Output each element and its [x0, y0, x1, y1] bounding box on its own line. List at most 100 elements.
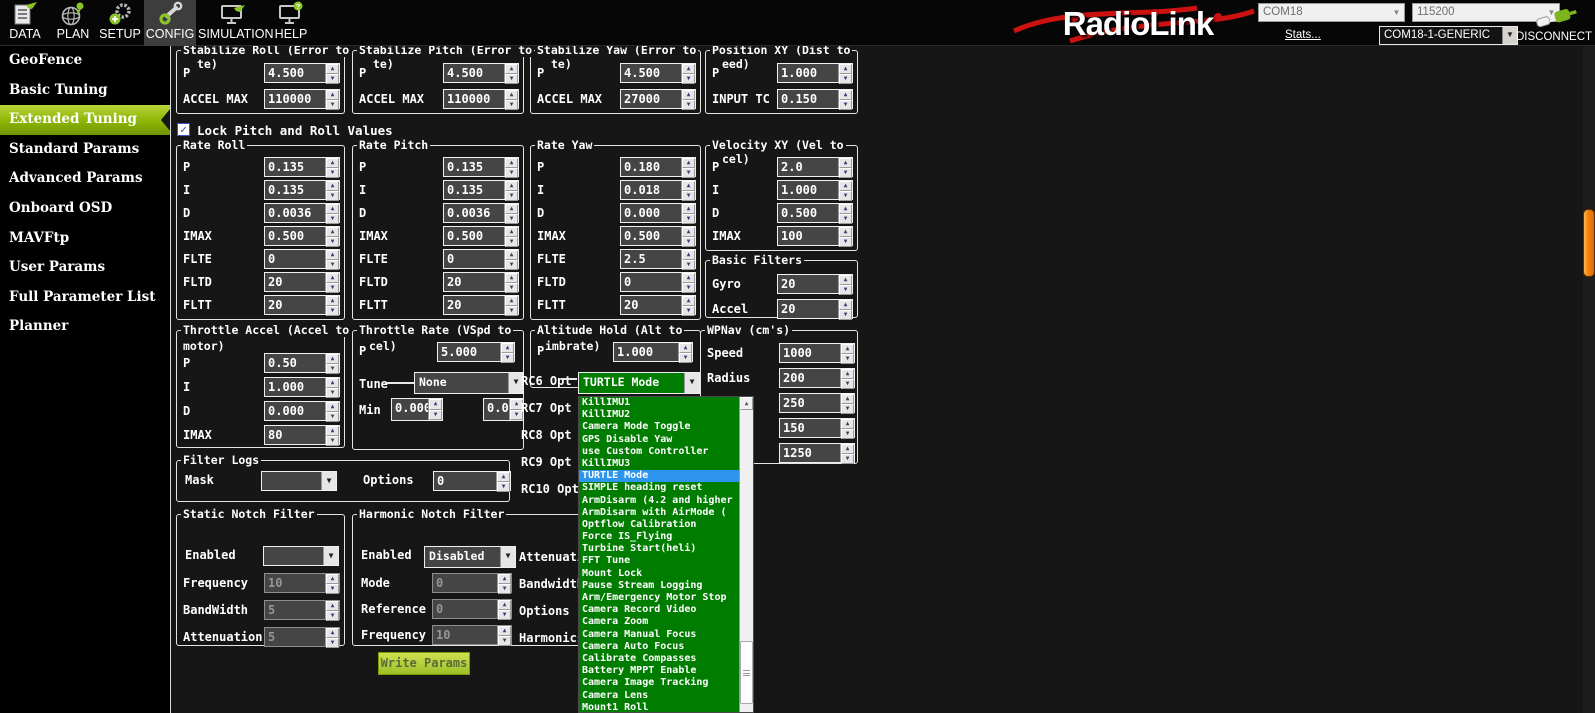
- frequency-input[interactable]: 10: [433, 626, 497, 644]
- sidebar-item-planner[interactable]: Planner: [0, 312, 170, 342]
- sidebar-item-full-parameter-list[interactable]: Full Parameter List: [0, 283, 170, 313]
- sidebar-item-standard-params[interactable]: Standard Params: [0, 135, 170, 165]
- frequency-spinner[interactable]: 10▲▼: [264, 573, 340, 593]
- spinner-down-icon[interactable]: ▼: [326, 74, 339, 84]
- bandwidth-spinner[interactable]: 5▲▼: [264, 600, 340, 620]
- spinner-down-icon[interactable]: ▼: [839, 74, 852, 84]
- accel-max-input[interactable]: 27000: [621, 90, 681, 108]
- spinner-up-icon[interactable]: ▲: [682, 158, 695, 168]
- spinner-up-icon[interactable]: ▲: [839, 300, 852, 310]
- flte-input[interactable]: 0: [444, 250, 504, 268]
- p-input[interactable]: 4.500: [265, 64, 325, 82]
- dropdown-option[interactable]: GPS Disable Yaw: [579, 434, 739, 446]
- i-input[interactable]: 1.000: [778, 181, 838, 199]
- com-port-select[interactable]: COM18 ▼: [1258, 3, 1405, 22]
- spinner-down-icon[interactable]: ▼: [326, 364, 339, 374]
- p-spinner[interactable]: 2.0▲▼: [777, 157, 853, 177]
- input-tc-spinner[interactable]: 0.150▲▼: [777, 89, 853, 109]
- dropdown-option[interactable]: KillIMU1: [579, 397, 739, 409]
- gyro-input[interactable]: 20: [778, 275, 838, 293]
- d-input[interactable]: 0.0036: [265, 204, 325, 222]
- spinner-up-icon[interactable]: ▲: [841, 444, 854, 454]
- spinner-up-icon[interactable]: ▲: [326, 273, 339, 283]
- fltd-spinner[interactable]: 20▲▼: [264, 272, 340, 292]
- imax-spinner[interactable]: 0.500▲▼: [264, 226, 340, 246]
- scroll-up-icon[interactable]: ▲: [740, 397, 753, 410]
- p-spinner[interactable]: 4.500▲▼: [264, 63, 340, 83]
- spinner-up-icon[interactable]: ▲: [498, 626, 511, 636]
- chevron-down-icon[interactable]: ▼: [321, 472, 336, 490]
- sidebar-item-advanced-params[interactable]: Advanced Params: [0, 164, 170, 194]
- sidebar-item-user-params[interactable]: User Params: [0, 253, 170, 283]
- spinner-down-icon[interactable]: ▼: [841, 379, 854, 389]
- main-scrollbar-track[interactable]: [1583, 46, 1595, 713]
- spinner-down-icon[interactable]: ▼: [326, 283, 339, 293]
- attenuation-input[interactable]: 5: [265, 628, 325, 646]
- spinner-down-icon[interactable]: ▼: [326, 611, 339, 621]
- throttle-max-spinner[interactable]: 0.000 ▲▼: [483, 398, 524, 421]
- spinner-up-icon[interactable]: ▲: [682, 64, 695, 74]
- d-input[interactable]: 0.500: [778, 204, 838, 222]
- toolbar-simulation-button[interactable]: SIMULATION: [198, 0, 268, 46]
- spinner-down-icon[interactable]: ▼: [498, 584, 511, 594]
- dropdown-option[interactable]: ArmDisarm (4.2 and higher: [579, 495, 739, 507]
- spinner-down-icon[interactable]: ▼: [682, 283, 695, 293]
- fltd-input[interactable]: 20: [265, 273, 325, 291]
- accel-input[interactable]: 20: [778, 300, 838, 318]
- spinner-down-icon[interactable]: ▼: [505, 283, 518, 293]
- spinner-up-icon[interactable]: ▲: [682, 227, 695, 237]
- p-spinner[interactable]: 4.500▲▼: [443, 63, 519, 83]
- tune-select[interactable]: None ▼: [414, 372, 524, 394]
- spinner-down-icon[interactable]: ▼: [326, 260, 339, 270]
- spinner-down-icon[interactable]: ▼: [326, 100, 339, 110]
- spinner-down-icon[interactable]: ▼: [839, 310, 852, 320]
- d-input[interactable]: 0.0036: [444, 204, 504, 222]
- field-3-input[interactable]: 150: [780, 419, 840, 437]
- dropdown-option[interactable]: Camera Zoom: [579, 616, 739, 628]
- attenuation-spinner[interactable]: 5▲▼: [264, 627, 340, 647]
- i-input[interactable]: 0.135: [444, 181, 504, 199]
- dropdown-option[interactable]: Calibrate Compasses: [579, 653, 739, 665]
- device-select[interactable]: COM18-1-GENERIC ▼: [1379, 26, 1518, 45]
- dropdown-option[interactable]: ArmDisarm with AirMode (: [579, 507, 739, 519]
- imax-input[interactable]: 0.500: [265, 227, 325, 245]
- i-spinner[interactable]: 0.135▲▼: [264, 180, 340, 200]
- spinner-down-icon[interactable]: ▼: [505, 168, 518, 178]
- p-spinner[interactable]: 0.180▲▼: [620, 157, 696, 177]
- accel-max-spinner[interactable]: 27000▲▼: [620, 89, 696, 109]
- fltt-input[interactable]: 20: [265, 296, 325, 314]
- p-spinner[interactable]: 0.135▲▼: [264, 157, 340, 177]
- mode-input[interactable]: 0: [433, 574, 497, 592]
- dropdown-option[interactable]: Camera Lens: [579, 690, 739, 702]
- mask-select[interactable]: ▼: [261, 471, 337, 491]
- spinner-down-icon[interactable]: ▼: [839, 285, 852, 295]
- d-input[interactable]: 0.000: [621, 204, 681, 222]
- spinner-down-icon[interactable]: ▼: [326, 191, 339, 201]
- mode-spinner[interactable]: 0▲▼: [432, 573, 512, 593]
- disconnect-plug-icon[interactable]: [1534, 4, 1578, 31]
- spinner-down-icon[interactable]: ▼: [839, 168, 852, 178]
- spinner-down-icon[interactable]: ▼: [682, 74, 695, 84]
- fltt-input[interactable]: 20: [444, 296, 504, 314]
- field-3-spinner[interactable]: 150▲▼: [779, 418, 855, 438]
- dropdown-option[interactable]: Force IS_Flying: [579, 531, 739, 543]
- spinner-up-icon[interactable]: ▲: [326, 426, 339, 436]
- i-spinner[interactable]: 1.000▲▼: [777, 180, 853, 200]
- spinner-up-icon[interactable]: ▲: [839, 204, 852, 214]
- throttle-min-spinner[interactable]: 0.000 ▲▼: [391, 398, 443, 421]
- spinner-down-icon[interactable]: ▼: [498, 636, 511, 646]
- sidebar-item-geofence[interactable]: GeoFence: [0, 46, 170, 76]
- field-4-input[interactable]: 1250: [780, 444, 840, 462]
- spinner-up-icon[interactable]: ▲: [326, 158, 339, 168]
- spinner-up-icon[interactable]: ▲: [505, 181, 518, 191]
- flte-input[interactable]: 2.5: [621, 250, 681, 268]
- chevron-down-icon[interactable]: ▼: [1502, 27, 1517, 44]
- spinner-up-icon[interactable]: ▲: [679, 343, 692, 353]
- dropdown-option[interactable]: TURTLE Mode: [579, 470, 739, 482]
- spinner-up-icon[interactable]: ▲: [497, 472, 510, 482]
- toolbar-plan-button[interactable]: PLAN: [50, 0, 96, 46]
- spinner-down-icon[interactable]: ▼: [326, 168, 339, 178]
- spinner-up-icon[interactable]: ▲: [505, 158, 518, 168]
- spinner-up-icon[interactable]: ▲: [429, 399, 442, 410]
- chevron-down-icon[interactable]: ▼: [684, 373, 699, 393]
